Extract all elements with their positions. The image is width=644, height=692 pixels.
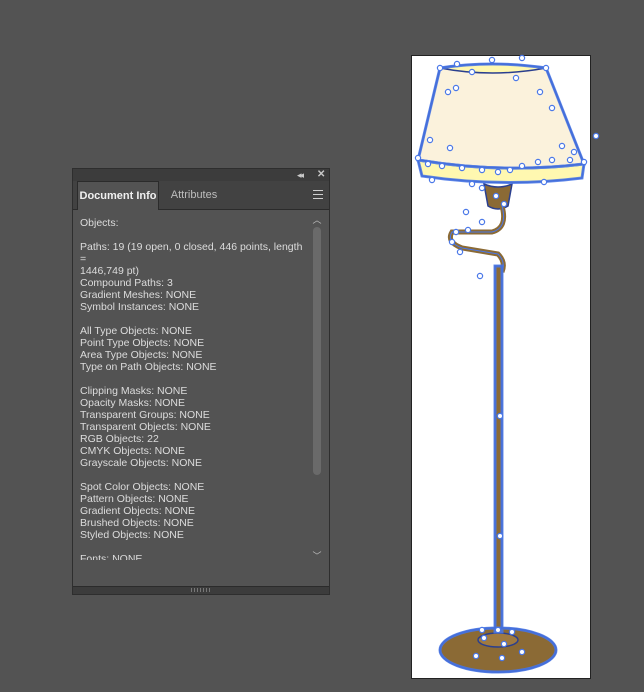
anchor-point[interactable]	[508, 628, 516, 636]
info-line	[80, 229, 306, 241]
anchor-point[interactable]	[592, 132, 600, 140]
info-line: Symbol Instances: NONE	[80, 301, 200, 313]
anchor-point[interactable]	[542, 64, 550, 72]
info-line	[80, 373, 306, 385]
anchor-point[interactable]	[480, 634, 488, 642]
anchor-point[interactable]	[496, 532, 504, 540]
anchor-point[interactable]	[456, 248, 464, 256]
info-line: Transparent Objects: NONE	[80, 421, 211, 433]
anchor-point[interactable]	[500, 640, 508, 648]
artboard[interactable]	[411, 54, 600, 680]
anchor-point[interactable]	[468, 180, 476, 188]
anchor-point[interactable]	[436, 64, 444, 72]
document-info-content: Objects: Paths: 19 (19 open, 0 closed, 44…	[80, 217, 306, 560]
anchor-point[interactable]	[494, 168, 502, 176]
anchor-point[interactable]	[492, 192, 500, 200]
anchor-point[interactable]	[540, 178, 548, 186]
anchor-point[interactable]	[566, 156, 574, 164]
anchor-point[interactable]	[558, 142, 566, 150]
anchor-point[interactable]	[494, 626, 502, 634]
info-line: All Type Objects: NONE	[80, 325, 192, 337]
info-line: Paths: 19 (19 open, 0 closed, 446 points…	[80, 241, 306, 265]
lamp-shade	[416, 63, 586, 170]
anchor-point[interactable]	[428, 176, 436, 184]
anchor-point[interactable]	[548, 156, 556, 164]
resize-grip[interactable]	[191, 588, 211, 592]
anchor-point[interactable]	[512, 74, 520, 82]
lamp-illustration[interactable]	[412, 54, 600, 680]
anchor-point[interactable]	[452, 228, 460, 236]
anchor-point[interactable]	[506, 166, 514, 174]
scrollbar[interactable]: ︿ ﹀	[311, 215, 323, 561]
anchor-point[interactable]	[500, 200, 508, 208]
info-line: Grayscale Objects: NONE	[80, 457, 202, 469]
panel-tabbar: Document Info Attributes	[73, 181, 329, 210]
anchor-point[interactable]	[444, 88, 452, 96]
anchor-point[interactable]	[462, 208, 470, 216]
info-line: Transparent Groups: NONE	[80, 409, 210, 421]
lamp-arm	[447, 205, 507, 273]
anchor-point[interactable]	[536, 88, 544, 96]
info-line: Styled Objects: NONE	[80, 529, 184, 541]
info-line: Fonts: NONE	[80, 553, 143, 560]
anchor-point[interactable]	[478, 626, 486, 634]
anchor-point[interactable]	[478, 166, 486, 174]
close-icon[interactable]: ✕	[317, 169, 325, 181]
anchor-point[interactable]	[496, 412, 504, 420]
info-line: RGB Objects: 22	[80, 433, 159, 445]
hamburger-menu-icon[interactable]	[313, 190, 323, 199]
info-line: Opacity Masks: NONE	[80, 397, 186, 409]
anchor-point[interactable]	[464, 226, 472, 234]
info-line: CMYK Objects: NONE	[80, 445, 186, 457]
info-line: Compound Paths: 3	[80, 277, 173, 289]
chevron-down-icon[interactable]: ﹀	[311, 551, 323, 561]
info-line: Spot Color Objects: NONE	[80, 481, 205, 493]
document-info-panel: ◂◂ ✕ Document Info Attributes Objects: Pa…	[72, 168, 330, 595]
anchor-point[interactable]	[498, 654, 506, 662]
info-line: Pattern Objects: NONE	[80, 493, 189, 505]
info-line	[80, 469, 306, 481]
anchor-point[interactable]	[476, 272, 484, 280]
chevron-up-icon[interactable]: ︿	[311, 215, 323, 225]
info-line	[80, 541, 306, 553]
double-chevron-left-icon[interactable]: ◂◂	[297, 169, 304, 181]
anchor-point[interactable]	[468, 68, 476, 76]
anchor-point[interactable]	[478, 218, 486, 226]
info-line: 1446,749 pt)	[80, 265, 139, 277]
anchor-point[interactable]	[518, 648, 526, 656]
anchor-point[interactable]	[458, 164, 466, 172]
info-line: Type on Path Objects: NONE	[80, 361, 217, 373]
anchor-point[interactable]	[548, 104, 556, 112]
info-line: Gradient Objects: NONE	[80, 505, 195, 517]
info-line: Point Type Objects: NONE	[80, 337, 205, 349]
info-line: Clipping Masks: NONE	[80, 385, 188, 397]
info-line	[80, 313, 306, 325]
anchor-point[interactable]	[478, 184, 486, 192]
anchor-point[interactable]	[534, 158, 542, 166]
anchor-point[interactable]	[446, 144, 454, 152]
anchor-point[interactable]	[518, 162, 526, 170]
info-line: Brushed Objects: NONE	[80, 517, 194, 529]
anchor-point[interactable]	[518, 54, 526, 62]
anchor-point[interactable]	[414, 154, 422, 162]
tab-document-info[interactable]: Document Info	[77, 181, 159, 210]
anchor-point[interactable]	[448, 238, 456, 246]
anchor-point[interactable]	[580, 158, 588, 166]
anchor-point[interactable]	[452, 84, 460, 92]
anchor-point[interactable]	[453, 60, 461, 68]
anchor-point[interactable]	[488, 56, 496, 64]
anchor-point[interactable]	[570, 148, 578, 156]
scrollbar-thumb[interactable]	[313, 227, 321, 475]
info-line: Area Type Objects: NONE	[80, 349, 203, 361]
tab-attributes[interactable]: Attributes	[161, 181, 227, 209]
info-line: Objects:	[80, 217, 119, 229]
anchor-point[interactable]	[472, 652, 480, 660]
info-line: Gradient Meshes: NONE	[80, 289, 197, 301]
anchor-point[interactable]	[426, 136, 434, 144]
anchor-point[interactable]	[424, 160, 432, 168]
anchor-point[interactable]	[438, 162, 446, 170]
panel-footer	[73, 586, 329, 594]
